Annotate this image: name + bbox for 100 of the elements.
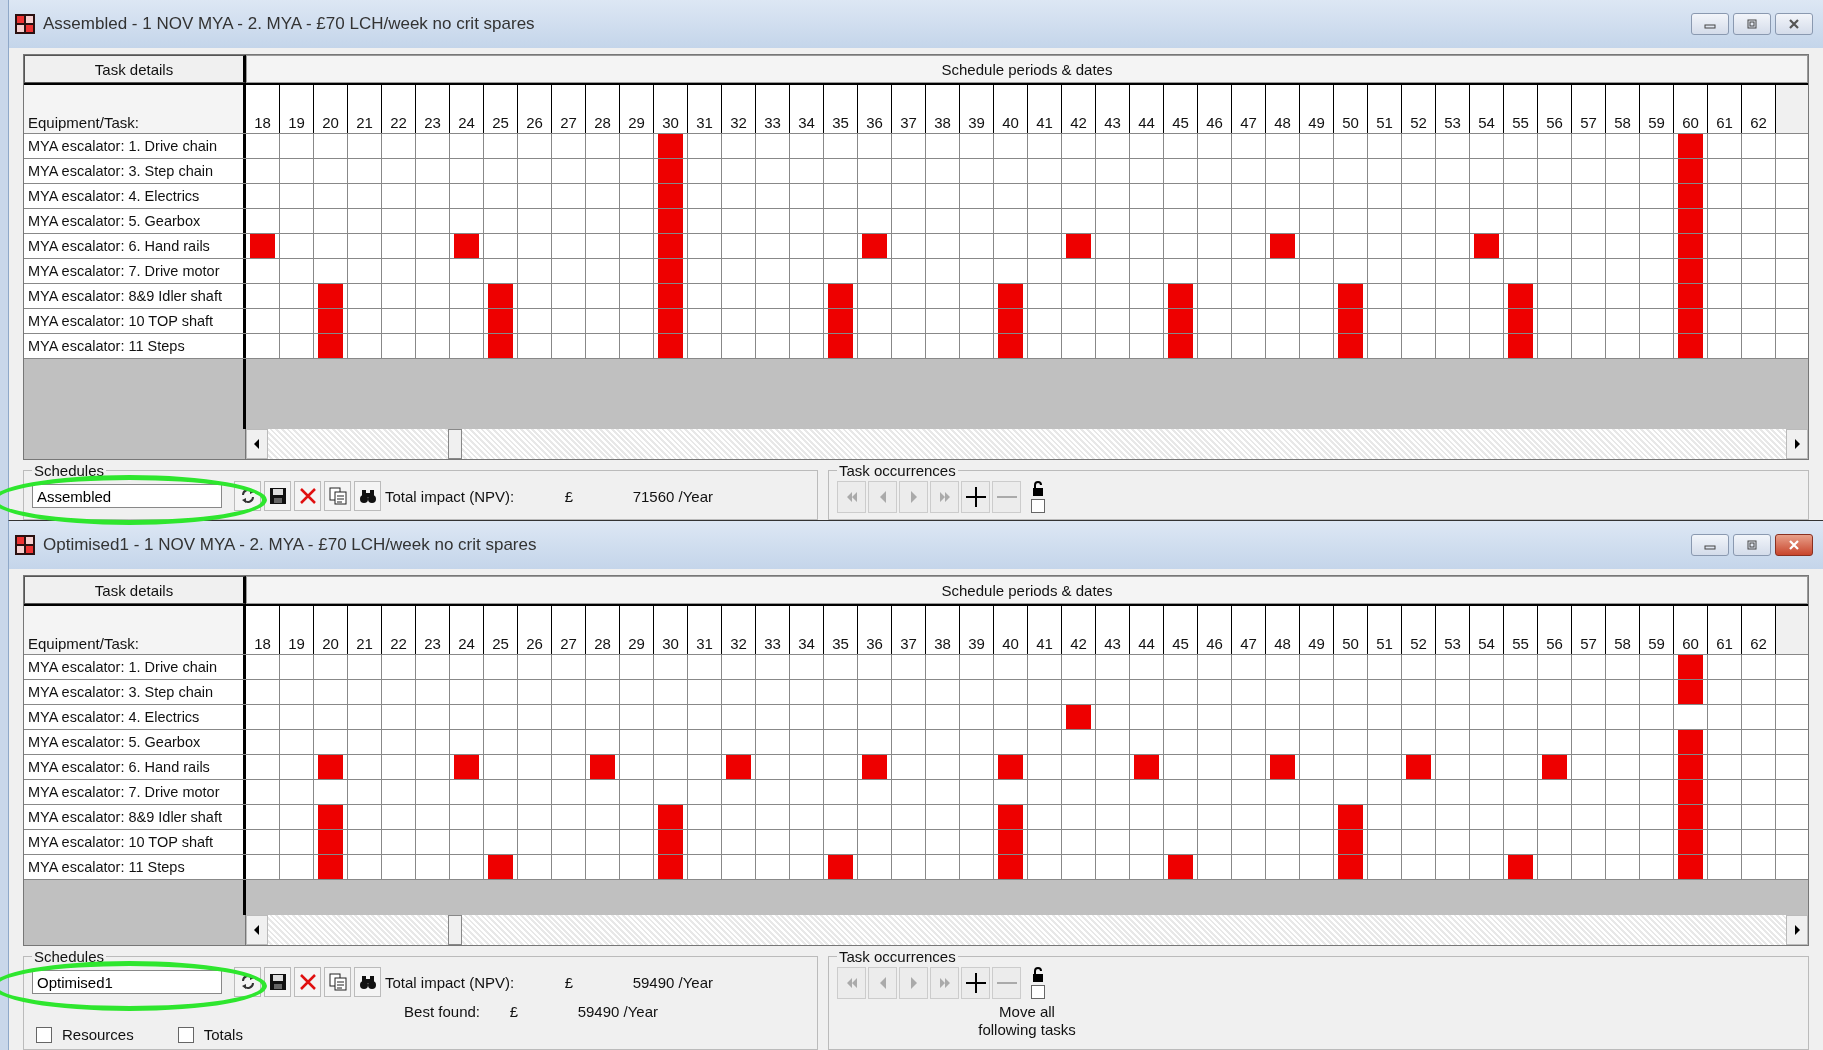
period-header: 60 — [1674, 606, 1708, 654]
schedule-field[interactable]: Assembled — [32, 484, 222, 508]
close-icon — [1787, 18, 1801, 30]
period-header: 43 — [1096, 85, 1130, 133]
period-header: 36 — [858, 606, 892, 654]
period-header: 44 — [1130, 85, 1164, 133]
first-icon[interactable] — [837, 481, 866, 513]
horizontal-scrollbar[interactable] — [246, 429, 1808, 459]
column-header: Equipment/Task: — [24, 85, 246, 133]
period-header: 28 — [586, 85, 620, 133]
period-header: 58 — [1606, 85, 1640, 133]
period-header: 48 — [1266, 85, 1300, 133]
period-header: 54 — [1470, 85, 1504, 133]
currency-symbol: £ — [563, 973, 575, 991]
period-header: 58 — [1606, 606, 1640, 654]
period-header: 20 — [314, 606, 348, 654]
horizontal-scrollbar[interactable] — [246, 915, 1808, 945]
period-header: 19 — [280, 606, 314, 654]
period-header: 56 — [1538, 606, 1572, 654]
next-icon[interactable] — [899, 967, 928, 999]
period-header: 27 — [552, 606, 586, 654]
period-header: 62 — [1742, 85, 1776, 133]
period-header: 21 — [348, 85, 382, 133]
scroll-thumb[interactable] — [448, 429, 462, 459]
period-header: 25 — [484, 85, 518, 133]
checkbox-label: Resources — [62, 1026, 134, 1043]
period-header: 29 — [620, 85, 654, 133]
column-header: Schedule periods & dates — [246, 55, 1808, 83]
period-header: 24 — [450, 606, 484, 654]
maximize-button[interactable] — [1733, 13, 1771, 35]
add-icon[interactable] — [961, 967, 990, 999]
close-button[interactable] — [1775, 13, 1813, 35]
save-icon[interactable] — [264, 481, 291, 511]
column-header: Task details — [24, 55, 246, 83]
period-header: 26 — [518, 85, 552, 133]
period-header: 35 — [824, 85, 858, 133]
app-icon — [15, 535, 35, 555]
period-header: 59 — [1640, 606, 1674, 654]
period-header: 25 — [484, 606, 518, 654]
scroll-left-icon[interactable] — [246, 429, 268, 459]
restore-icon — [1745, 19, 1759, 29]
add-icon[interactable] — [961, 481, 990, 513]
delete-icon[interactable] — [294, 967, 321, 997]
minimize-button[interactable] — [1691, 13, 1729, 35]
period-header: 23 — [416, 606, 450, 654]
period-header: 53 — [1436, 606, 1470, 654]
binoculars-icon[interactable] — [354, 481, 381, 511]
total-impact-value: 71560 /Year — [631, 487, 713, 505]
first-icon[interactable] — [837, 967, 866, 999]
period-header: 35 — [824, 606, 858, 654]
binoculars-icon[interactable] — [354, 967, 381, 997]
minimize-button[interactable] — [1691, 534, 1729, 556]
period-header: 42 — [1062, 606, 1096, 654]
checkbox[interactable] — [36, 1026, 52, 1043]
save-icon[interactable] — [264, 967, 291, 997]
period-header: 53 — [1436, 85, 1470, 133]
previous-icon[interactable] — [868, 967, 897, 999]
total-impact-label: Total impact (NPV): — [385, 973, 516, 991]
period-header: 52 — [1402, 85, 1436, 133]
scroll-left-icon[interactable] — [246, 915, 268, 945]
close-icon — [1787, 539, 1801, 551]
period-header: 49 — [1300, 606, 1334, 654]
next-icon[interactable] — [899, 481, 928, 513]
schedule-field[interactable]: Optimised1 — [32, 970, 222, 994]
period-header: 49 — [1300, 85, 1334, 133]
checkbox-label: Totals — [203, 1026, 243, 1043]
period-header: 59 — [1640, 85, 1674, 133]
period-header: 50 — [1334, 85, 1368, 133]
delete-icon[interactable] — [294, 481, 321, 511]
period-header: 27 — [552, 85, 586, 133]
move-all-label: Move all following tasks — [977, 1003, 1077, 1039]
period-header: 32 — [722, 85, 756, 133]
scroll-right-icon[interactable] — [1786, 915, 1808, 945]
previous-icon[interactable] — [868, 481, 897, 513]
scroll-right-icon[interactable] — [1786, 429, 1808, 459]
period-header: 40 — [994, 85, 1028, 133]
period-header: 31 — [688, 85, 722, 133]
period-header: 50 — [1334, 606, 1368, 654]
currency-symbol: £ — [508, 1003, 520, 1020]
period-header: 30 — [654, 606, 688, 654]
app-icon — [15, 14, 35, 34]
panel-label: Schedules — [33, 462, 106, 479]
checkbox[interactable] — [1031, 985, 1045, 999]
period-header: 41 — [1028, 606, 1062, 654]
period-header: 38 — [926, 606, 960, 654]
period-header: 61 — [1708, 606, 1742, 654]
close-button[interactable] — [1775, 534, 1813, 556]
period-header: 36 — [858, 85, 892, 133]
period-header: 31 — [688, 606, 722, 654]
column-header: Task details — [24, 576, 246, 604]
period-header: 47 — [1232, 85, 1266, 133]
period-header: 37 — [892, 606, 926, 654]
checkbox[interactable] — [1031, 499, 1045, 513]
currency-symbol: £ — [563, 487, 575, 505]
period-header: 40 — [994, 606, 1028, 654]
restore-icon — [1745, 540, 1759, 550]
checkbox[interactable] — [177, 1026, 194, 1043]
period-header: 55 — [1504, 85, 1538, 133]
period-header: 55 — [1504, 606, 1538, 654]
scroll-thumb[interactable] — [448, 915, 462, 945]
